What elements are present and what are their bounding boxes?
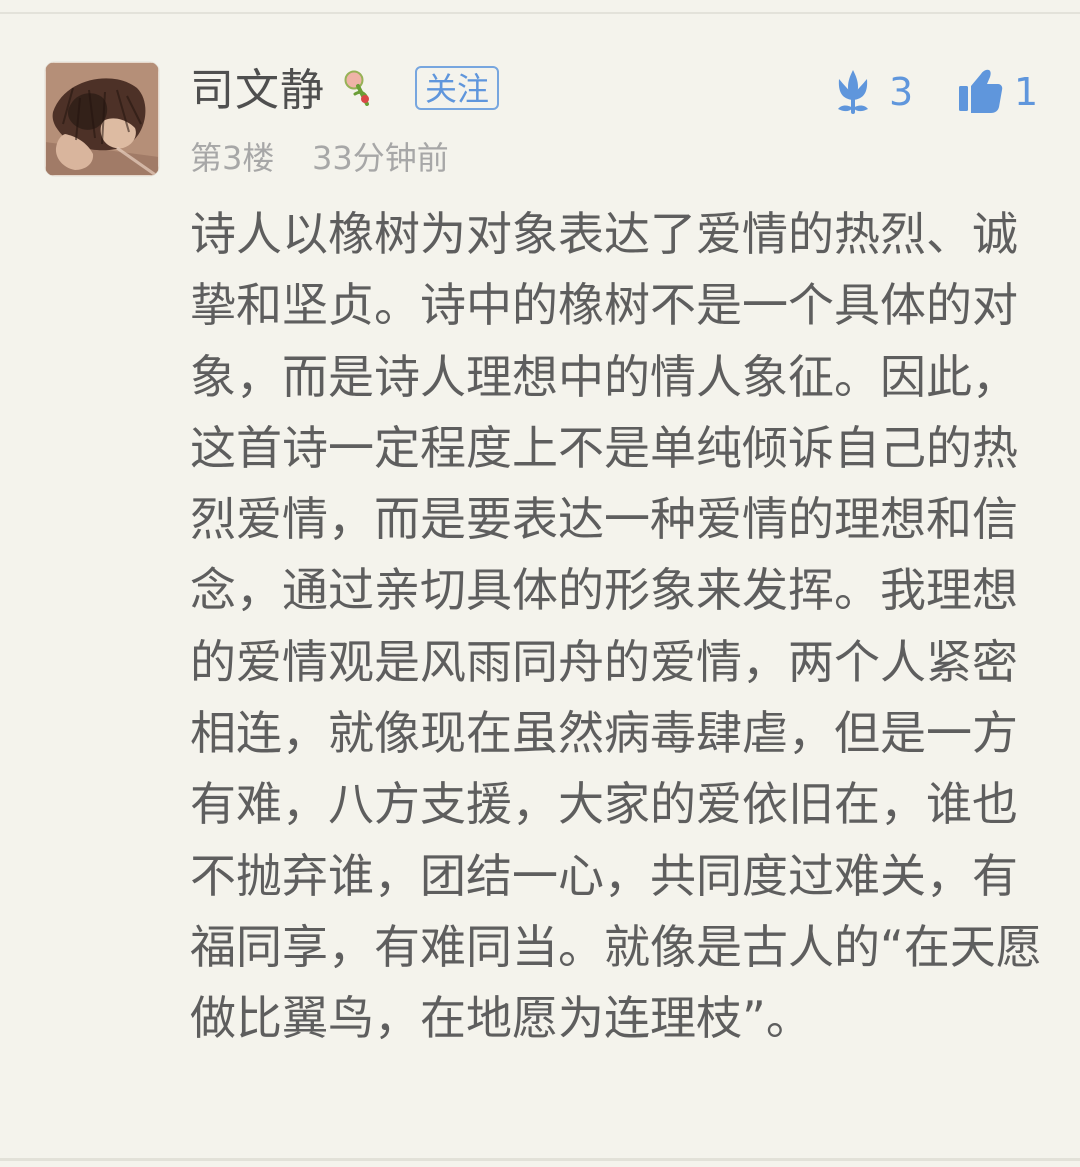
avatar-image [45, 62, 159, 176]
timestamp: 33分钟前 [312, 139, 449, 177]
flower-count: 3 [889, 70, 914, 114]
top-divider [0, 12, 1080, 14]
flower-icon[interactable] [830, 69, 876, 115]
follow-button[interactable]: 关注 [415, 66, 499, 110]
floor-label: 第3楼 [190, 139, 275, 177]
badge-icon [341, 68, 373, 106]
username[interactable]: 司文静 [190, 64, 325, 118]
post-content: 诗人以橡树为对象表达了爱情的热烈、诚挚和坚贞。诗中的橡树不是一个具体的对象，而是… [190, 207, 1042, 1046]
like-count: 1 [1014, 70, 1039, 114]
avatar[interactable] [45, 62, 159, 176]
thumbs-up-icon[interactable] [956, 66, 1004, 116]
bottom-divider [0, 1158, 1080, 1161]
